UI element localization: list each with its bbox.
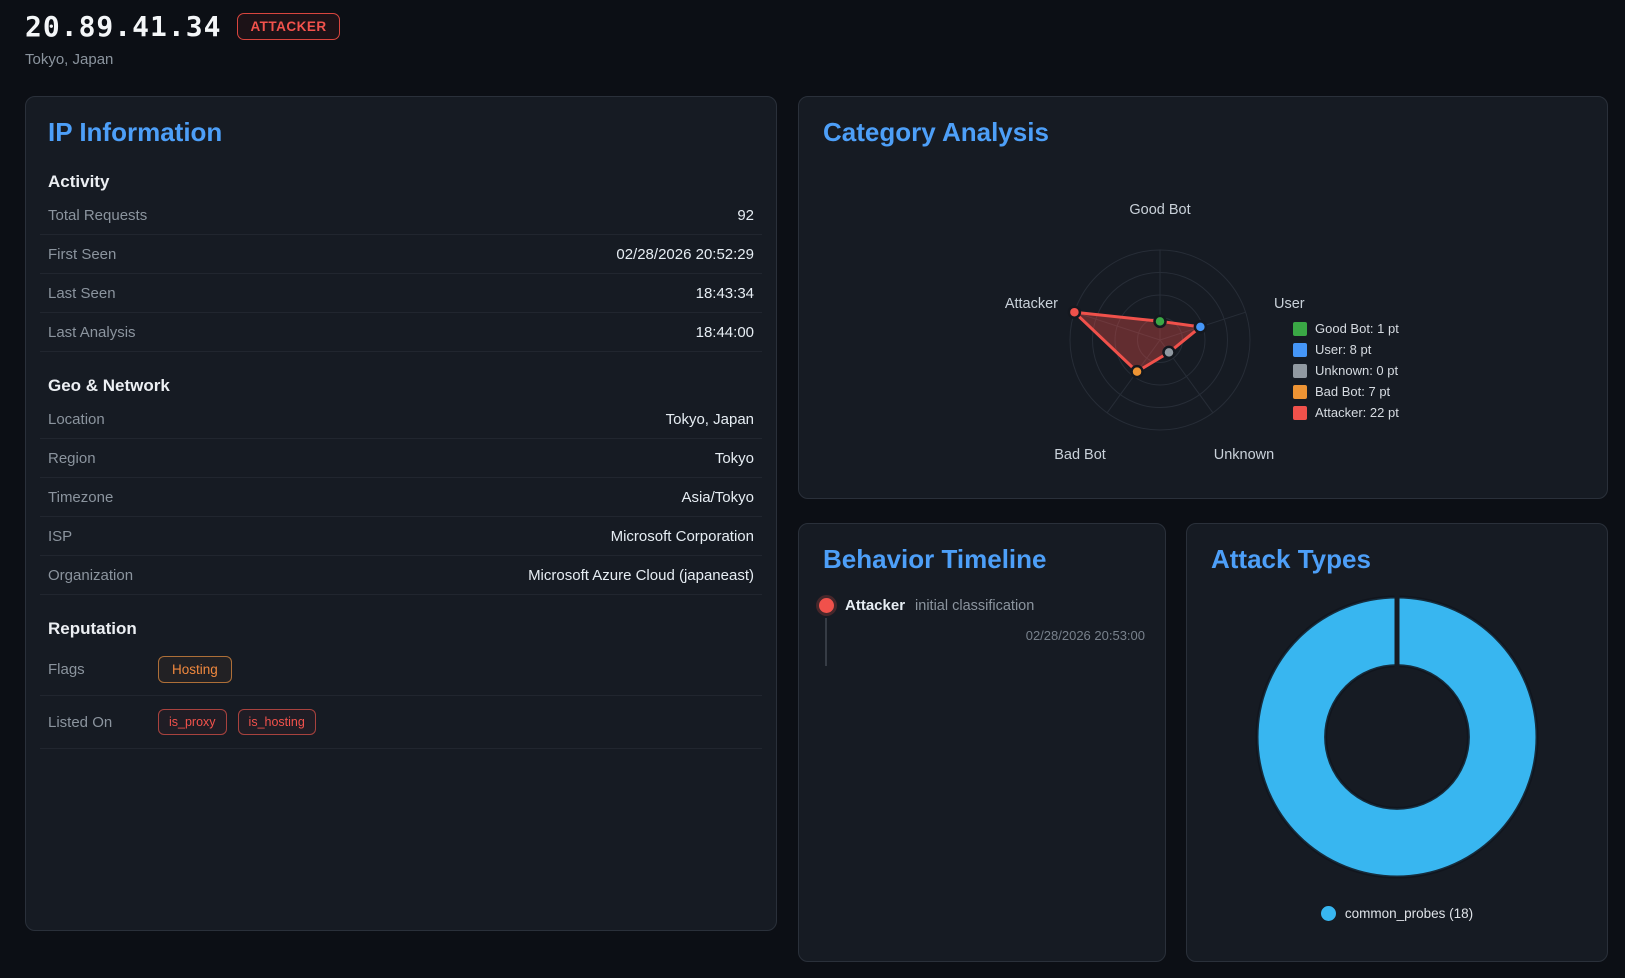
badge-row-listed-on: Listed Onis_proxy is_hosting — [40, 696, 762, 749]
radar-axis-label-attacker: Attacker — [1005, 296, 1058, 312]
legend-swatch-user — [1293, 343, 1307, 357]
info-row-location: Location Tokyo, Japan — [40, 400, 762, 439]
section-heading-reputation: Reputation — [48, 619, 754, 639]
legend-item-attacker[interactable]: Attacker: 22 pt — [1293, 405, 1399, 420]
ip-address: 20.89.41.34 — [25, 10, 221, 43]
legend-item-unknown[interactable]: Unknown: 0 pt — [1293, 363, 1399, 378]
radar-point-unknown[interactable] — [1163, 347, 1174, 358]
row-value: Asia/Tokyo — [681, 489, 754, 506]
badge-group: Hosting — [158, 656, 243, 683]
legend-swatch-attacker — [1293, 406, 1307, 420]
event-description: initial classification — [915, 598, 1034, 614]
donut-legend-label: common_probes (18) — [1345, 906, 1473, 921]
ip-information-panel: IP Information Activity Total Requests 92 F… — [25, 96, 777, 931]
legend-label: Unknown: 0 pt — [1315, 363, 1398, 378]
info-row-isp: ISP Microsoft Corporation — [40, 517, 762, 556]
status-badge: ATTACKER — [237, 13, 339, 40]
behavior-timeline-title: Behavior Timeline — [823, 544, 1141, 575]
flag-badge-is-proxy: is_proxy — [158, 709, 227, 735]
row-value: Microsoft Azure Cloud (japaneast) — [528, 567, 754, 584]
flag-badge-hosting: Hosting — [158, 656, 232, 683]
ip-information-title: IP Information — [48, 117, 754, 148]
info-row-organization: Organization Microsoft Azure Cloud (japan… — [40, 556, 762, 595]
row-label: ISP — [48, 528, 72, 545]
category-radar-area: Good Bot User Unknown Bad Bot Attacker Good … — [815, 156, 1591, 490]
legend-item-good-bot[interactable]: Good Bot: 1 pt — [1293, 321, 1399, 336]
row-value: 92 — [737, 207, 754, 224]
legend-label: User: 8 pt — [1315, 342, 1371, 357]
info-row-region: Region Tokyo — [40, 439, 762, 478]
location-text: Tokyo, Japan — [25, 51, 340, 68]
badge-row-flags: FlagsHosting — [40, 643, 762, 696]
timeline-event: Attacker initial classification 02/28/2026… — [819, 597, 1145, 643]
category-analysis-panel: Category Analysis Good Bot User Unknown Bad… — [798, 96, 1608, 499]
radar-axis-label-unknown: Unknown — [1214, 447, 1274, 463]
legend-label: Attacker: 22 pt — [1315, 405, 1399, 420]
legend-swatch-good-bot — [1293, 322, 1307, 336]
info-row-total-requests: Total Requests 92 — [40, 196, 762, 235]
row-label: Last Analysis — [48, 324, 136, 341]
timeline-connector — [825, 618, 827, 666]
timeline-dot — [819, 598, 834, 613]
radar-point-good-bot[interactable] — [1155, 316, 1166, 327]
row-value: 18:43:34 — [696, 285, 754, 302]
row-label: Total Requests — [48, 207, 147, 224]
radar-axis-label-bad-bot: Bad Bot — [1054, 447, 1106, 463]
legend-item-user[interactable]: User: 8 pt — [1293, 342, 1399, 357]
legend-swatch-bad-bot — [1293, 385, 1307, 399]
attack-types-donut-chart[interactable] — [1251, 591, 1543, 888]
radar-axis-label-good-bot: Good Bot — [1129, 202, 1190, 218]
behavior-timeline-panel: Behavior Timeline Attacker initial classi… — [798, 523, 1166, 962]
category-radar-chart[interactable]: Good Bot User Unknown Bad Bot Attacker — [815, 156, 1591, 495]
donut-legend-swatch — [1321, 906, 1336, 921]
row-value: Tokyo — [715, 450, 754, 467]
flag-badge-is-hosting: is_hosting — [238, 709, 316, 735]
radar-point-attacker[interactable] — [1069, 307, 1080, 318]
section-heading-geo-network: Geo & Network — [48, 376, 754, 396]
section-heading-activity: Activity — [48, 172, 754, 192]
radar-point-bad-bot[interactable] — [1132, 366, 1143, 377]
row-value: 02/28/2026 20:52:29 — [616, 246, 754, 263]
category-analysis-title: Category Analysis — [823, 117, 1583, 148]
info-row-last-analysis: Last Analysis 18:44:00 — [40, 313, 762, 352]
row-value: Microsoft Corporation — [611, 528, 754, 545]
timeline-list: Attacker initial classification 02/28/2026… — [815, 597, 1149, 643]
row-value: 18:44:00 — [696, 324, 754, 341]
info-row-first-seen: First Seen 02/28/2026 20:52:29 — [40, 235, 762, 274]
page-header: 20.89.41.34 ATTACKER Tokyo, Japan — [25, 10, 340, 68]
attack-types-title: Attack Types — [1211, 544, 1583, 575]
legend-item-bad-bot[interactable]: Bad Bot: 7 pt — [1293, 384, 1399, 399]
radar-legend: Good Bot: 1 pt User: 8 pt Unknown: 0 pt Bad… — [1293, 321, 1399, 420]
row-label: Listed On — [48, 714, 158, 731]
legend-label: Bad Bot: 7 pt — [1315, 384, 1390, 399]
row-label: Timezone — [48, 489, 113, 506]
donut-legend-item[interactable]: common_probes (18) — [1321, 906, 1473, 921]
badge-group: is_proxy is_hosting — [158, 709, 327, 735]
info-row-last-seen: Last Seen 18:43:34 — [40, 274, 762, 313]
row-label: Organization — [48, 567, 133, 584]
attack-types-panel: Attack Types common_probes (18) — [1186, 523, 1608, 962]
event-timestamp: 02/28/2026 20:53:00 — [845, 628, 1145, 643]
legend-label: Good Bot: 1 pt — [1315, 321, 1399, 336]
row-value: Tokyo, Japan — [666, 411, 754, 428]
event-category: Attacker — [845, 597, 905, 614]
legend-swatch-unknown — [1293, 364, 1307, 378]
row-label: Flags — [48, 661, 158, 678]
row-label: Region — [48, 450, 96, 467]
ip-information-sections: Activity Total Requests 92 First Seen 02/28/… — [40, 172, 762, 749]
row-label: Location — [48, 411, 105, 428]
radar-axis-label-user: User — [1274, 296, 1305, 312]
radar-point-user[interactable] — [1195, 321, 1206, 332]
row-label: First Seen — [48, 246, 116, 263]
info-row-timezone: Timezone Asia/Tokyo — [40, 478, 762, 517]
row-label: Last Seen — [48, 285, 116, 302]
